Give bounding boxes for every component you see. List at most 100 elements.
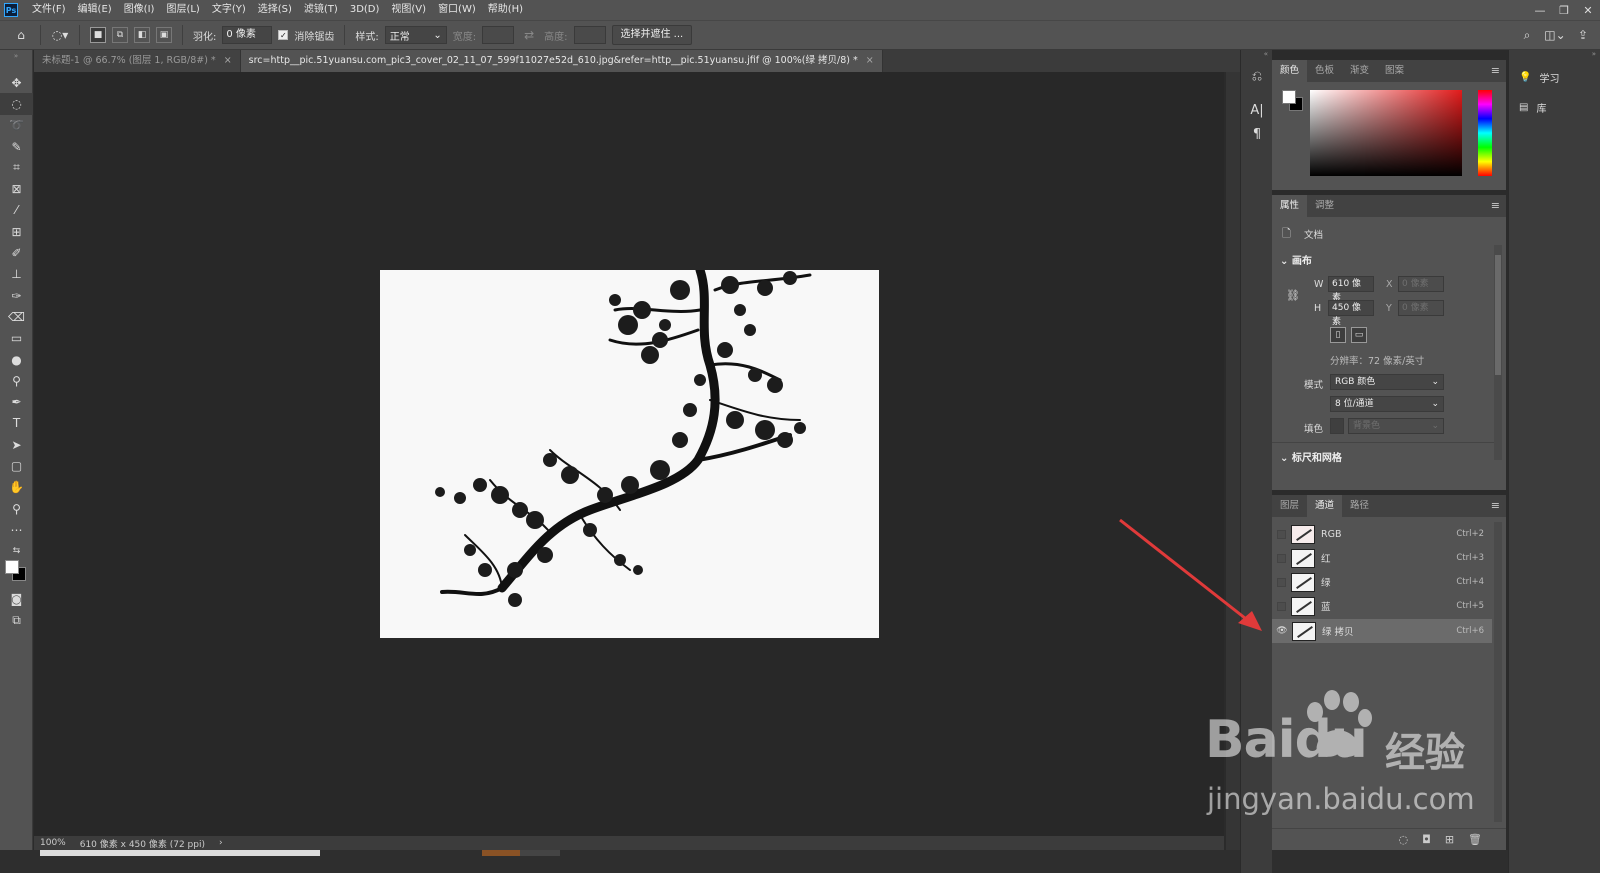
collapse-icon[interactable]: » <box>0 50 32 62</box>
share-icon[interactable]: ⇪ <box>1574 26 1592 44</box>
link-icon[interactable]: ⛓ <box>1286 289 1300 302</box>
zoom-tool-icon[interactable]: ⚲ <box>0 498 33 519</box>
trash-icon[interactable]: 🗑 <box>1468 833 1482 846</box>
menu-filter[interactable]: 滤镜(T) <box>298 0 344 20</box>
frame-tool-icon[interactable]: ⊠ <box>0 178 33 199</box>
select-and-mask-button[interactable]: 选择并遮住 ... <box>611 25 693 45</box>
bit-depth-select[interactable]: 8 位/通道 ⌄ <box>1330 396 1444 412</box>
status-menu-arrow[interactable]: › <box>219 838 223 848</box>
collapse-icon[interactable]: « <box>1241 50 1272 64</box>
fill-select[interactable]: 背景色 ⌄ <box>1348 418 1444 434</box>
menu-view[interactable]: 视图(V) <box>385 0 432 20</box>
channel-row-green[interactable]: 绿 Ctrl+4 <box>1272 570 1492 594</box>
tab-layers[interactable]: 图层 <box>1272 495 1307 517</box>
document-canvas[interactable] <box>380 265 879 638</box>
paragraph-panel-icon[interactable]: ¶ <box>1241 122 1273 146</box>
add-selection-icon[interactable]: ⧉ <box>112 27 128 43</box>
foreground-color-swatch[interactable] <box>1282 90 1296 104</box>
tab-gradients[interactable]: 渐变 <box>1342 60 1377 82</box>
tab-channels[interactable]: 通道 <box>1307 495 1343 517</box>
lasso-tool-icon[interactable]: ➰ <box>0 115 33 136</box>
tab-patterns[interactable]: 图案 <box>1377 60 1412 82</box>
tab-untitled[interactable]: 未标题-1 @ 66.7% (图层 1, RGB/8#) * × <box>34 50 241 72</box>
new-channel-icon[interactable]: ⊞ <box>1445 833 1454 846</box>
canvas-y-input[interactable]: 0 像素 <box>1398 300 1444 316</box>
dodge-tool-icon[interactable]: ⚲ <box>0 370 33 391</box>
menu-image[interactable]: 图像(I) <box>118 0 161 20</box>
tab-properties[interactable]: 属性 <box>1272 195 1308 217</box>
move-tool-icon[interactable]: ✥ <box>0 72 33 93</box>
crop-tool-icon[interactable]: ⌗ <box>0 157 33 178</box>
path-select-icon[interactable]: ➤ <box>0 434 33 455</box>
quick-select-tool-icon[interactable]: ✎ <box>0 136 33 157</box>
width-input[interactable] <box>482 26 515 44</box>
history-brush-icon[interactable]: ✑ <box>0 285 33 306</box>
tab-active-document[interactable]: src=http__pic.51yuansu.com_pic3_cover_02… <box>240 50 883 72</box>
restore-button[interactable]: ❐ <box>1552 4 1576 17</box>
stamp-tool-icon[interactable]: ⊥ <box>0 264 33 285</box>
pen-tool-icon[interactable]: ✒ <box>0 391 33 412</box>
tab-adjustments[interactable]: 调整 <box>1307 195 1342 217</box>
channel-row-red[interactable]: 红 Ctrl+3 <box>1272 546 1492 570</box>
canvas-height-input[interactable]: 450 像素 <box>1328 300 1374 327</box>
channels-scrollbar[interactable] <box>1494 522 1502 822</box>
brush-tool-icon[interactable]: ✐ <box>0 242 33 263</box>
fill-color-swatch[interactable] <box>1330 418 1344 434</box>
feather-input[interactable]: 0 像素 <box>222 26 273 44</box>
visibility-toggle[interactable] <box>1277 601 1286 611</box>
gradient-tool-icon[interactable]: ▭ <box>0 328 33 349</box>
zoom-level[interactable]: 100% <box>40 838 66 848</box>
close-icon[interactable]: × <box>866 50 874 72</box>
screen-mode-icon[interactable]: ⧉ <box>0 610 33 631</box>
eyedropper-tool-icon[interactable]: ⁄ <box>0 200 33 221</box>
subtract-selection-icon[interactable]: ◧ <box>134 27 150 43</box>
home-icon[interactable]: ⌂ <box>12 26 30 44</box>
more-tools-icon[interactable]: ⋯ <box>0 519 33 540</box>
menu-edit[interactable]: 编辑(E) <box>72 0 118 20</box>
antialias-checkbox[interactable]: ✓ <box>278 30 289 40</box>
landscape-orientation-icon[interactable]: ▭ <box>1351 327 1367 343</box>
close-window-button[interactable]: ✕ <box>1576 4 1600 17</box>
hand-tool-icon[interactable]: ✋ <box>0 477 33 498</box>
collapse-icon[interactable]: » <box>1509 50 1600 62</box>
channel-row-green-copy[interactable]: 👁 绿 拷贝 Ctrl+6 <box>1272 619 1492 643</box>
swap-icon[interactable]: ⇄ <box>520 26 538 44</box>
healing-tool-icon[interactable]: ⊞ <box>0 221 33 242</box>
menu-3d[interactable]: 3D(D) <box>344 0 386 20</box>
menu-help[interactable]: 帮助(H) <box>482 0 529 20</box>
panel-menu-icon[interactable]: ≡ <box>1491 199 1500 212</box>
quick-mask-icon[interactable]: ◙ <box>0 588 33 609</box>
minimize-button[interactable]: — <box>1528 4 1552 17</box>
taskbar-item[interactable] <box>520 850 560 856</box>
menu-select[interactable]: 选择(S) <box>252 0 298 20</box>
eraser-tool-icon[interactable]: ⌫ <box>0 306 33 327</box>
scrollbar-thumb[interactable] <box>1495 255 1501 375</box>
libraries-panel-button[interactable]: ▤ 库 <box>1509 92 1600 122</box>
menu-type[interactable]: 文字(Y) <box>206 0 252 20</box>
swap-colors-icon[interactable]: ⇆ <box>0 541 33 562</box>
style-select[interactable]: 正常 ⌄ <box>384 26 447 44</box>
taskbar-item[interactable] <box>482 850 520 856</box>
channel-row-rgb[interactable]: RGB Ctrl+2 <box>1272 522 1492 546</box>
rulers-grids-section-heading[interactable]: ⌄ 标尺和网格 <box>1280 449 1342 464</box>
tab-color[interactable]: 颜色 <box>1272 60 1308 82</box>
search-icon[interactable]: ⌕ <box>1518 26 1536 44</box>
canvas-x-input[interactable]: 0 像素 <box>1398 276 1444 292</box>
tab-paths[interactable]: 路径 <box>1342 495 1377 517</box>
height-input[interactable] <box>573 26 606 44</box>
foreground-color-swatch[interactable] <box>5 560 19 574</box>
canvas-width-input[interactable]: 610 像素 <box>1328 276 1374 303</box>
color-picker-field[interactable] <box>1310 90 1462 176</box>
close-icon[interactable]: × <box>224 50 232 72</box>
blur-tool-icon[interactable]: ● <box>0 349 33 370</box>
shape-tool-icon[interactable]: ▢ <box>0 455 33 476</box>
marquee-preset-icon[interactable]: ◌▾ <box>51 26 69 44</box>
intersect-selection-icon[interactable]: ▣ <box>156 27 172 43</box>
canvas-section-heading[interactable]: ⌄ 画布 <box>1280 252 1312 267</box>
load-selection-icon[interactable]: ◌ <box>1399 833 1409 846</box>
visibility-toggle[interactable] <box>1277 553 1286 563</box>
panel-menu-icon[interactable]: ≡ <box>1491 499 1500 512</box>
menu-layer[interactable]: 图层(L) <box>160 0 205 20</box>
visibility-toggle[interactable] <box>1277 529 1286 539</box>
visibility-toggle[interactable] <box>1277 577 1286 587</box>
